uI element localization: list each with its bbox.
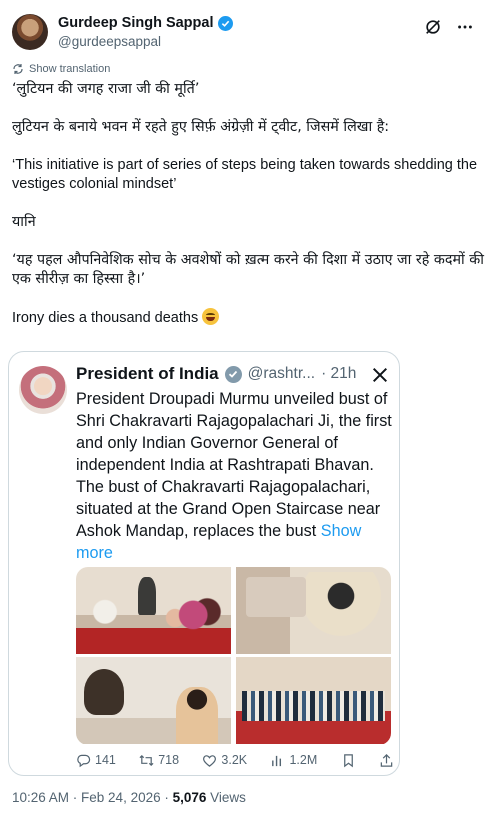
views-count: 1.2M xyxy=(289,753,318,767)
photo-group-staircase[interactable] xyxy=(236,657,391,744)
avatar[interactable] xyxy=(12,14,48,50)
photo-unveiling-group[interactable] xyxy=(76,567,231,654)
heart-icon xyxy=(203,754,217,767)
tweet-line: लुटियन के बनाये भवन में रहते हुए सिर्फ़ … xyxy=(12,119,390,135)
timestamp[interactable]: 10:26 AM · Feb 24, 2026 · xyxy=(12,790,173,805)
quoted-time[interactable]: · 21h xyxy=(321,365,356,383)
quoted-avatar[interactable] xyxy=(19,366,67,414)
share-button[interactable] xyxy=(379,753,394,768)
repost-button[interactable]: 718 xyxy=(139,753,179,768)
verified-badge-icon xyxy=(217,15,233,31)
author-handle[interactable]: @gurdeepsappal xyxy=(58,34,161,49)
views-total: 5,076 xyxy=(172,790,207,805)
quoted-text: President Droupadi Murmu unveiled bust o… xyxy=(76,388,394,564)
analytics-icon xyxy=(272,755,282,766)
quoted-action-bar: 141 718 3.2K 1.2M xyxy=(76,750,394,770)
media-grid xyxy=(76,567,391,745)
reply-icon xyxy=(77,754,91,767)
views-button[interactable]: 1.2M xyxy=(270,753,317,768)
translate-icon xyxy=(13,64,23,74)
quoted-author-name[interactable]: President of India xyxy=(76,364,219,384)
tweet-line: यानि xyxy=(12,214,36,230)
like-count: 3.2K xyxy=(221,753,248,767)
bookmark-icon xyxy=(343,753,353,767)
tweet-metadata: 10:26 AM · Feb 24, 2026 · 5,076 Views xyxy=(12,790,246,805)
reply-button[interactable]: 141 xyxy=(76,753,116,768)
x-logo-icon xyxy=(372,367,388,383)
author-name[interactable]: Gurdeep Singh Sappal xyxy=(58,15,214,31)
repost-icon xyxy=(139,754,154,766)
tweet-line: Irony dies a thousand deaths xyxy=(12,310,199,326)
tweet-body: ‘लुटियन की जगह राजा जी की मूर्ति’ लुटियन… xyxy=(12,80,484,328)
tweet-line: ‘यह पहल औपनिवेशिक सोच के अवशेषों को ख़त्… xyxy=(12,252,484,287)
show-translation-link[interactable]: Show translation xyxy=(12,63,110,75)
photo-bust-closeup[interactable] xyxy=(76,657,231,744)
quoted-handle[interactable]: @rashtr... xyxy=(248,365,315,383)
author-name-row: Gurdeep Singh Sappal xyxy=(58,15,233,31)
tweet-header: Gurdeep Singh Sappal @gurdeepsappal xyxy=(12,12,480,52)
tweet-line: ‘This initiative is part of series of st… xyxy=(12,157,478,192)
repost-count: 718 xyxy=(158,753,180,767)
quoted-header: President of India @rashtr... · 21h xyxy=(76,364,356,384)
bookmark-button[interactable] xyxy=(341,753,356,768)
quoted-text-body: President Droupadi Murmu unveiled bust o… xyxy=(76,390,392,540)
quoted-tweet-card[interactable]: President of India @rashtr... · 21h Pres… xyxy=(8,351,400,776)
more-options-icon[interactable] xyxy=(456,18,474,36)
like-button[interactable]: 3.2K xyxy=(202,753,247,768)
views-label: Views xyxy=(206,790,246,805)
tweet-line: ‘लुटियन की जगह राजा जी की मूर्ति’ xyxy=(12,81,200,97)
show-translation-label: Show translation xyxy=(29,63,111,75)
government-verified-icon xyxy=(224,365,242,383)
reply-count: 141 xyxy=(95,753,116,767)
grok-icon[interactable] xyxy=(424,18,442,36)
laughing-tears-emoji-icon xyxy=(202,308,220,325)
photo-president-unveiling[interactable] xyxy=(236,567,391,654)
share-icon xyxy=(380,753,393,767)
